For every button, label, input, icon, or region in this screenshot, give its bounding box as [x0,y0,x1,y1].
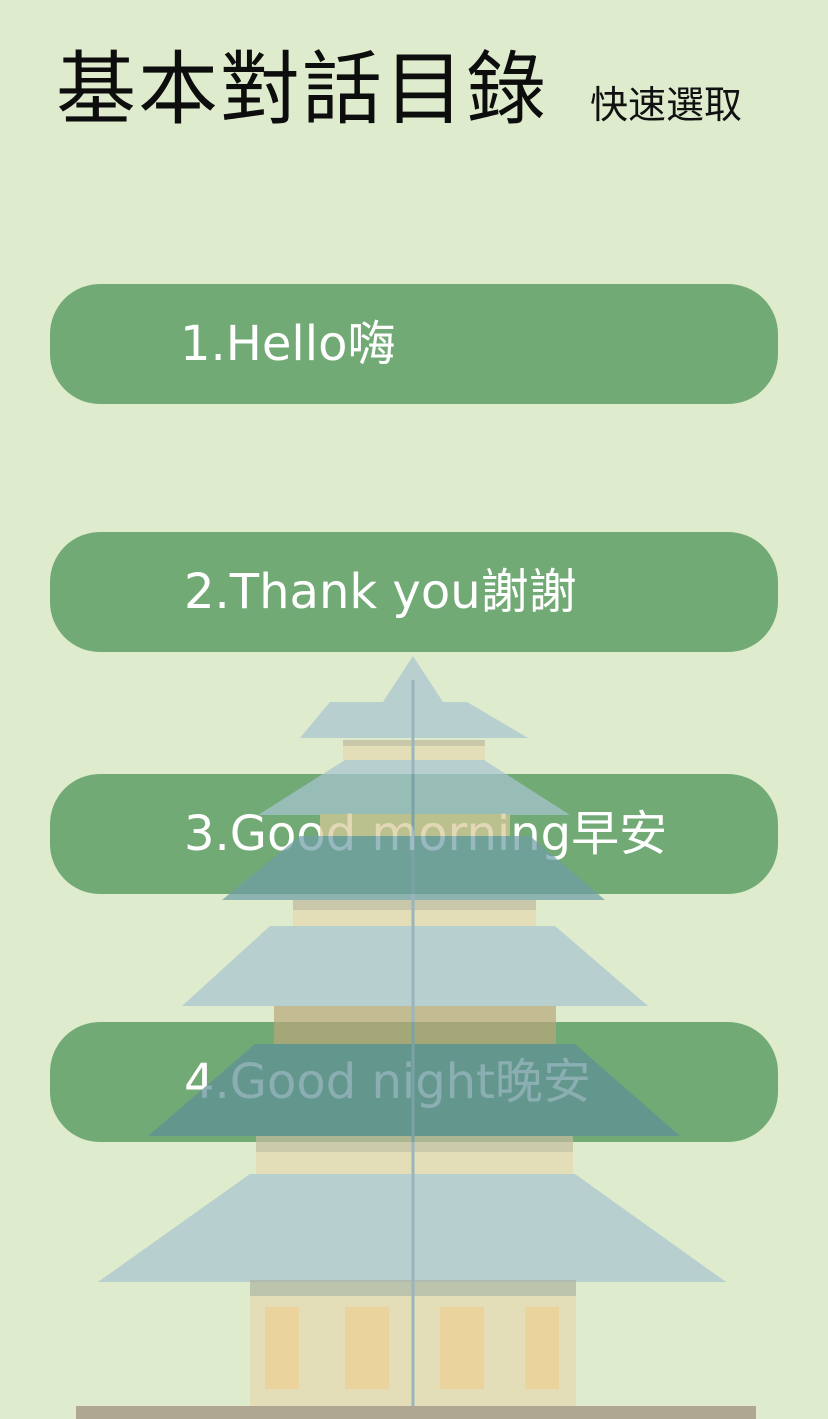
pagoda-illustration [76,656,756,1419]
menu-item-label: 1.Hello嗨 [180,316,396,372]
dialog-catalog-screen: 基本對話目錄 快速選取 1.Hello嗨 2.Thank you謝謝 3.Goo… [0,0,828,1419]
menu-item-hello[interactable]: 1.Hello嗨 [50,284,778,404]
menu-item-thank-you[interactable]: 2.Thank you謝謝 [50,532,778,652]
page-title: 基本對話目錄 [56,43,548,136]
menu-item-label: 2.Thank you謝謝 [184,564,577,620]
quick-select-link[interactable]: 快速選取 [590,82,742,128]
